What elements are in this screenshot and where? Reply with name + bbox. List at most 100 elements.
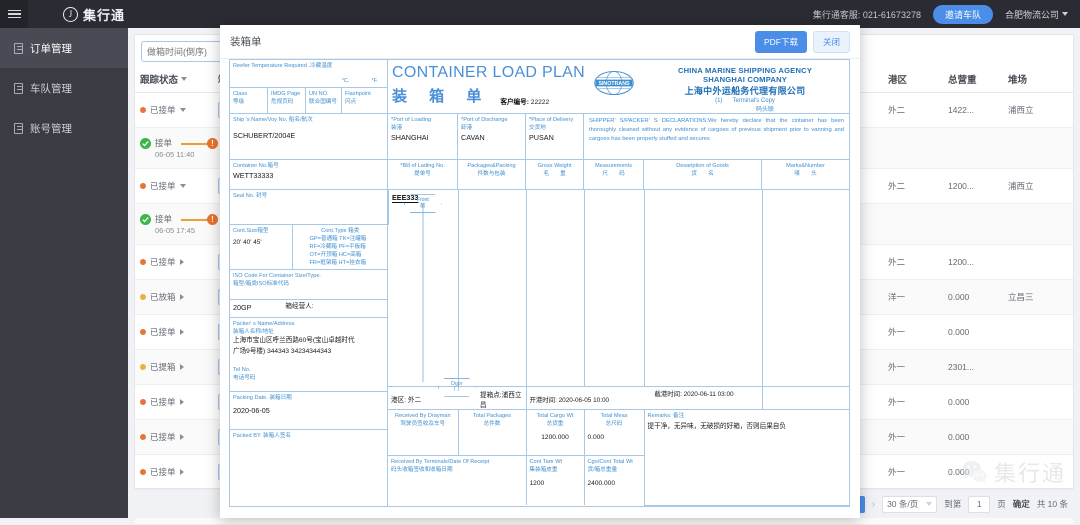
marks-cn: 唛 头 [765, 170, 846, 178]
pol-en: *Port of Loading [391, 116, 454, 124]
status-dot [140, 329, 146, 335]
cell-status[interactable]: 已接单 [135, 245, 213, 280]
chevron-right-icon[interactable] [180, 364, 184, 370]
cell-yard: 浦西立 [1003, 93, 1073, 128]
container-load-plan-document: Reefer Temperature Required .冷藏温度 °C. °F… [229, 59, 851, 514]
imdg-en: IMDG Page [271, 90, 302, 98]
chevron-down-icon[interactable] [180, 184, 186, 188]
pdf-download-button[interactable]: PDF下载 [755, 31, 807, 53]
remarks-value: 提干净，无异味，无破损的好箱，否则后果自负 [648, 422, 848, 433]
measurements-en: Measurements [587, 162, 640, 170]
status-label: 已提箱 [150, 361, 176, 373]
cont-type-line-2: RF=冷藏箱 PF=平板箱 [296, 243, 386, 251]
cell-status[interactable]: 已放箱 [135, 280, 213, 315]
status-dot [140, 434, 146, 440]
col-status[interactable]: 跟踪状态 [135, 66, 213, 93]
chevron-down-icon[interactable] [180, 108, 186, 112]
seal-no-label: Seal No. 封号 [233, 192, 385, 200]
ship-name-value: SCHUBERT/2004E [233, 130, 384, 142]
status-label: 已接单 [150, 104, 176, 116]
cell-total-weight: 1200... [943, 245, 1003, 280]
status-label: 已放箱 [150, 291, 176, 303]
drayman-en: Received By Drayman [391, 412, 455, 420]
col-total-weight: 总营重 [943, 66, 1003, 93]
chevron-right-icon[interactable] [180, 434, 184, 440]
total-count-label: 共 10 条 [1037, 498, 1068, 510]
cell-status[interactable]: 已接单 [135, 169, 213, 204]
doc-title-cn: 装 箱 单 [392, 85, 490, 106]
un-no-cn: 联合国编号 [309, 98, 338, 106]
cell-port-area: 外一 [883, 420, 943, 455]
chevron-down-icon [181, 77, 187, 81]
close-button[interactable]: 关闭 [813, 31, 850, 53]
brand-logo-icon: J [63, 7, 78, 22]
status-dot [140, 138, 151, 149]
goods-cn: 货 名 [647, 170, 758, 178]
agency-line2: SHANGHAI COMPANY [647, 75, 843, 84]
sidebar-item-orders[interactable]: 订单管理 [0, 28, 128, 68]
cell-port-area: 外一 [883, 350, 943, 385]
sidebar: 订单管理 车队管理 账号管理 [0, 28, 128, 518]
next-page-icon[interactable]: › [872, 499, 875, 510]
chevron-right-icon[interactable] [180, 329, 184, 335]
delivery-en: *Place of Delivery [529, 116, 580, 124]
cell-status[interactable]: 已接单 [135, 93, 213, 128]
cell-total-weight [943, 128, 1003, 169]
cell-status[interactable]: 接单06-05 11:40! [135, 128, 213, 169]
copy-no: (1) [715, 98, 722, 104]
cell-status[interactable]: 已接单 [135, 455, 213, 490]
container-no-label: Container No.箱号 [233, 162, 384, 170]
cell-status[interactable]: 已提箱 [135, 350, 213, 385]
total-meas-value: 0.000 [588, 433, 641, 444]
delivery-cn: 交货地 [529, 124, 580, 132]
hamburger-icon[interactable] [0, 0, 28, 28]
invite-fleet-button[interactable]: 邀请车队 [933, 5, 993, 24]
status-dot [140, 364, 146, 370]
cgo-cont-total-cn: 货/箱总重量 [588, 466, 641, 474]
sidebar-item-fleet[interactable]: 车队管理 [0, 68, 128, 108]
chevron-right-icon[interactable] [180, 399, 184, 405]
cell-yard [1003, 315, 1073, 350]
cell-total-weight: 1200... [943, 169, 1003, 204]
un-no-en: UN NO. [309, 90, 338, 98]
cell-status[interactable]: 已接单 [135, 385, 213, 420]
packing-date-label: Packing Date. 装箱日期 [233, 394, 385, 402]
cell-status[interactable]: 已接单 [135, 315, 213, 350]
packages-cn: 件数与包装 [461, 170, 522, 178]
front-marker: Front 前 [404, 194, 442, 213]
operator-label: 箱经营人: [285, 302, 313, 314]
packing-date-filter-input[interactable] [141, 41, 229, 62]
cell-yard [1003, 420, 1073, 455]
chevron-right-icon[interactable] [180, 294, 184, 300]
cont-tare-en: Cont Tare Wt [530, 458, 581, 466]
iso-code-line2: 箱型/箱类ISO标准代码 [233, 280, 385, 288]
sidebar-item-account[interactable]: 账号管理 [0, 108, 128, 148]
tel-cn: 电话号码 [233, 374, 385, 382]
top-bar-right: 集行通客服: 021-61673278 邀请车队 合肥物流公司 [813, 5, 1080, 24]
cell-status[interactable]: 已接单 [135, 420, 213, 455]
cell-total-weight: 0.000 [943, 420, 1003, 455]
agency-line1: CHINA MARINE SHIPPING AGENCY [647, 66, 843, 75]
page-size-select[interactable]: 30 条/页 [882, 496, 937, 513]
company-selector[interactable]: 合肥物流公司 [1005, 8, 1068, 21]
modal-title: 装箱单 [230, 34, 262, 49]
status-dot [140, 107, 146, 113]
chevron-right-icon[interactable] [180, 469, 184, 475]
chevron-right-icon[interactable] [180, 259, 184, 265]
cell-status[interactable]: 接单06-05 17:45! [135, 204, 213, 245]
cut-time-value: 截港时间: 2020-06-11 03:00 [655, 390, 734, 400]
status-label: 已接单 [150, 466, 176, 478]
container-center-line [422, 204, 423, 382]
gross-weight-en: Gross Weight [529, 162, 580, 170]
total-packages-en: Total Packages [462, 412, 523, 420]
class-en: Class [233, 90, 264, 98]
cont-tare-cn: 集装箱皮重 [530, 466, 581, 474]
agency-cn: 上海中外运船务代理有限公司 [647, 84, 843, 97]
sinotrans-globe-icon: SINOTRANS [585, 70, 643, 96]
cell-yard: 浦西立 [1003, 169, 1073, 204]
ship-name-label: Ship 's Name/Voy No. 船名/航次 [233, 116, 384, 124]
confirm-page-button[interactable]: 确定 [1013, 498, 1030, 510]
open-time-value: 开港时间: 2020-06-05 10:00 [530, 397, 610, 404]
goto-page-input[interactable]: 1 [968, 496, 990, 513]
page-size-label: 30 条/页 [887, 498, 918, 510]
